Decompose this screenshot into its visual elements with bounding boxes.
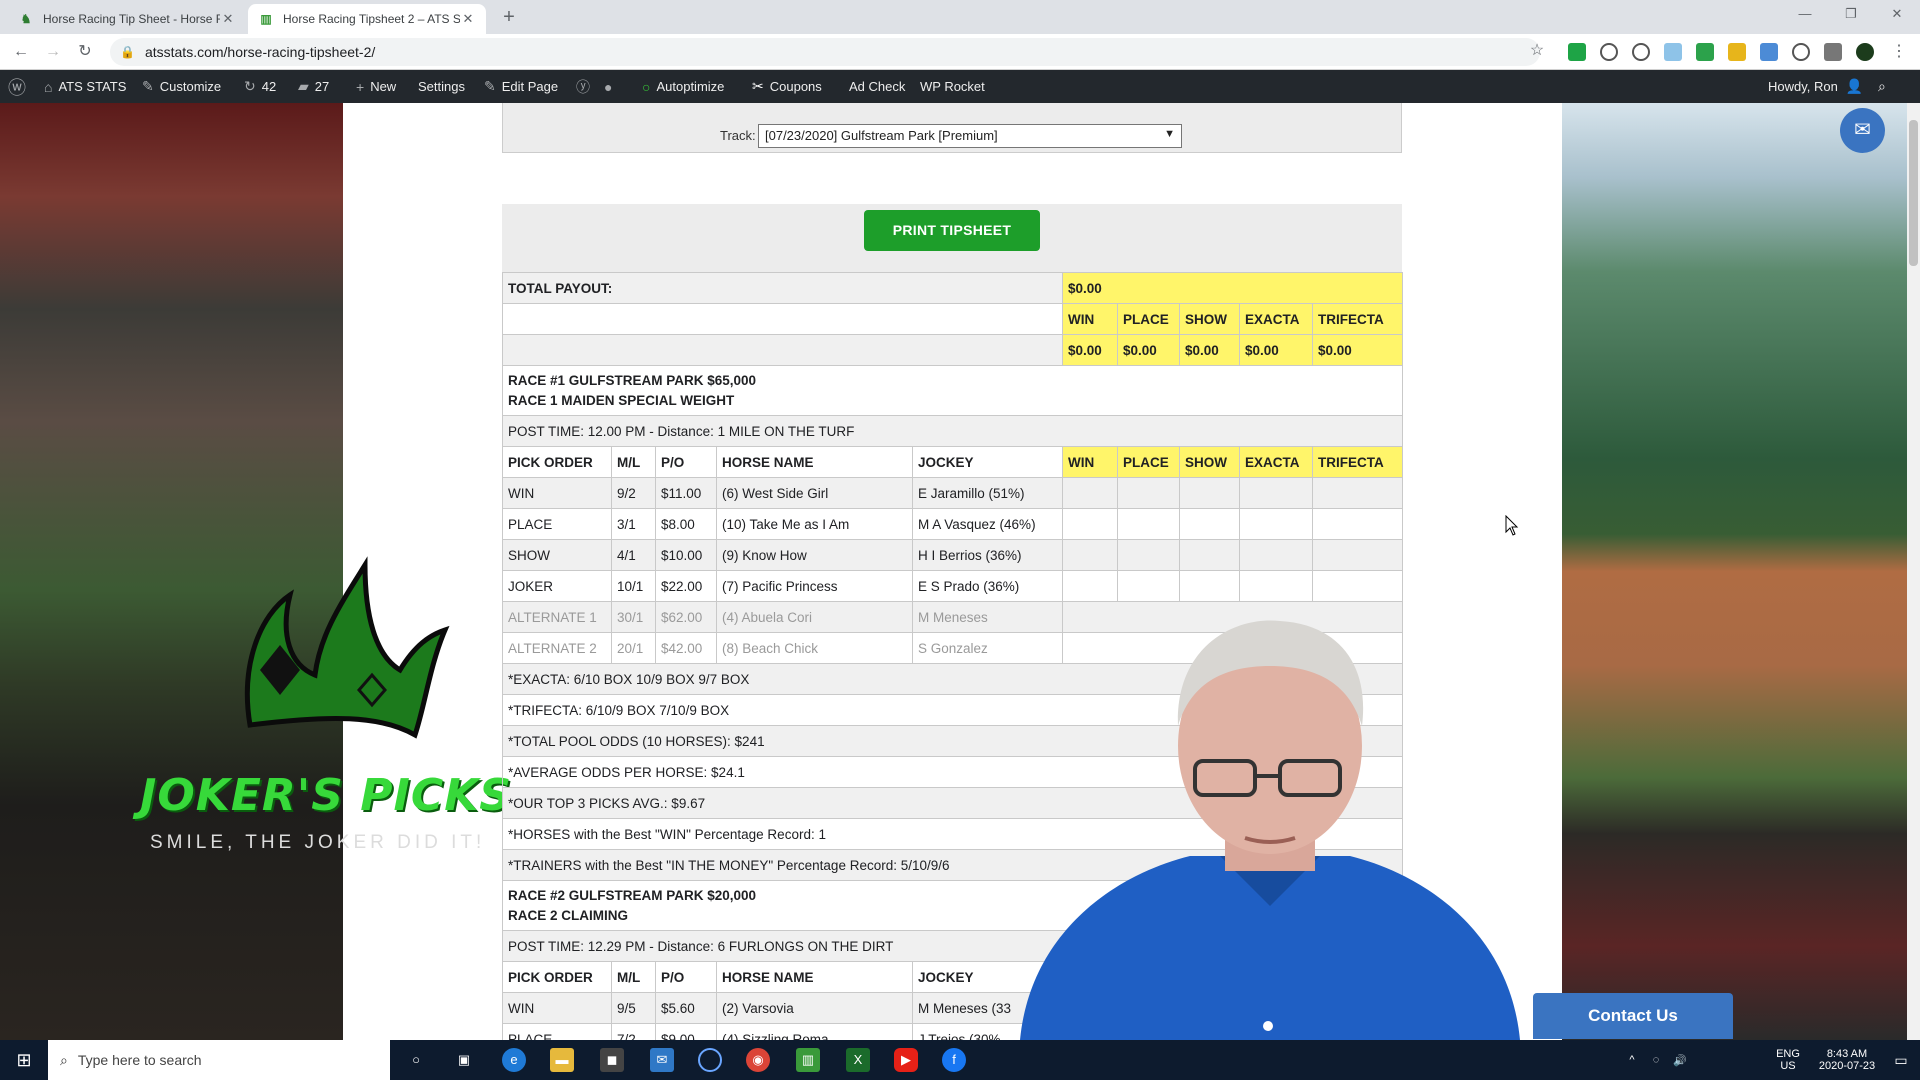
jokers-picks-logo: JOKER'S PICKS SMILE, THE JOKER DID IT! xyxy=(140,525,520,855)
extension-cloud-icon[interactable] xyxy=(1664,43,1682,61)
race1-post-time: POST TIME: 12.00 PM - Distance: 1 MILE O… xyxy=(501,415,1404,447)
wp-admin-bar: ⓦ ⌂ ATS STATS ✎ Customize ↻ 42 ▰ 27 + New Set… xyxy=(0,70,1920,103)
wp-settings[interactable]: Settings xyxy=(418,70,465,103)
app-circle-icon[interactable] xyxy=(698,1048,722,1072)
extension-folder-icon[interactable] xyxy=(1728,43,1746,61)
ats-app-icon[interactable]: ▥ xyxy=(796,1048,820,1072)
minimize-icon[interactable]: — xyxy=(1790,6,1820,26)
tab-tipsheet-2[interactable]: ▥ Horse Racing Tipsheet 2 – ATS ST ✕ xyxy=(248,4,486,34)
notifications-icon[interactable]: ▭ xyxy=(1886,1040,1916,1080)
wp-comments[interactable]: ▰ 27 xyxy=(298,70,329,103)
facebook-icon[interactable]: f xyxy=(942,1048,966,1072)
tray-network-icon[interactable]: ◌ xyxy=(1646,1040,1666,1080)
tray-volume-icon[interactable]: 🔊 xyxy=(1670,1040,1690,1080)
wp-ad-check[interactable]: Ad Check xyxy=(849,70,905,103)
bookmark-star-icon[interactable]: ☆ xyxy=(1526,41,1548,61)
total-payout-value: $0.00 xyxy=(1062,272,1404,304)
race1-subtitle: RACE 1 MAIDEN SPECIAL WEIGHT xyxy=(508,392,735,408)
edge-icon[interactable]: e xyxy=(502,1048,526,1072)
extension-headphones-icon[interactable] xyxy=(1600,43,1618,61)
logo-title: JOKER'S PICKS xyxy=(140,770,512,821)
chevron-down-icon: ▼ xyxy=(1164,128,1175,140)
close-tab-icon[interactable]: ✕ xyxy=(460,11,476,27)
race1-header-row: PICK ORDER M/L P/O HORSE NAME JOCKEY WIN… xyxy=(502,446,1404,478)
wp-rocket[interactable]: WP Rocket xyxy=(920,70,985,103)
joker-hat-icon xyxy=(244,556,450,739)
mail-icon[interactable]: ✉ xyxy=(1840,108,1885,153)
back-icon[interactable]: ← xyxy=(10,42,32,62)
extension-shield-icon[interactable] xyxy=(1696,43,1714,61)
extension-zoom-icon[interactable] xyxy=(1792,43,1810,61)
clock[interactable]: 8:43 AM 2020-07-23 xyxy=(1810,1040,1884,1080)
new-tab-icon[interactable]: + xyxy=(498,6,520,28)
extension-puzzle-icon[interactable] xyxy=(1760,43,1778,61)
excel-icon[interactable]: X xyxy=(846,1048,870,1072)
cortana-icon[interactable]: ○ xyxy=(404,1048,428,1072)
mail-app-icon[interactable]: ✉ xyxy=(650,1048,674,1072)
total-payout-label: TOTAL PAYOUT: xyxy=(501,272,1064,304)
status-dot-icon[interactable]: ● xyxy=(604,70,618,103)
profile-avatar-icon[interactable] xyxy=(1856,43,1874,61)
tray-chevron-icon[interactable]: ^ xyxy=(1622,1040,1642,1080)
logo-subtitle: SMILE, THE JOKER DID IT! xyxy=(150,832,486,853)
menu-dots-icon[interactable]: ⋮ xyxy=(1888,42,1910,62)
windows-start-icon[interactable]: ⊞ xyxy=(12,1048,36,1072)
ats-favicon-icon: ▥ xyxy=(260,12,272,26)
horse-favicon-icon: ♞ xyxy=(20,12,32,26)
wp-edit-page[interactable]: ✎ Edit Page xyxy=(484,70,558,103)
wp-search-icon[interactable]: ⌕ xyxy=(1878,70,1892,103)
extension-check-icon[interactable] xyxy=(1568,43,1586,61)
table-row: WIN 9/2 $11.00 (6) West Side Girl E Jaramill… xyxy=(502,477,1404,509)
print-tipsheet-button[interactable]: PRINT TIPSHEET xyxy=(864,210,1040,251)
contact-us-button[interactable]: Contact Us xyxy=(1533,993,1733,1039)
wp-updates[interactable]: ↻ 42 xyxy=(244,70,276,103)
taskbar-search-input[interactable]: ⌕ Type here to search xyxy=(48,1040,390,1080)
wordpress-logo-icon[interactable]: ⓦ xyxy=(8,70,32,103)
yoast-icon[interactable]: ⓨ xyxy=(576,70,596,103)
payout-header-row: WIN PLACE SHOW EXACTA TRIFECTA xyxy=(501,303,1404,335)
track-select[interactable]: [07/23/2020] Gulfstream Park [Premium] ▼ xyxy=(758,124,1182,148)
search-icon: ⌕ xyxy=(60,1051,68,1068)
race1-title: RACE #1 GULFSTREAM PARK $65,000 xyxy=(508,372,757,388)
extension-search-icon[interactable] xyxy=(1632,43,1650,61)
reload-icon[interactable]: ↻ xyxy=(74,42,96,62)
address-bar: ← → ↻ 🔒 atsstats.com/horse-racing-tipshe… xyxy=(0,34,1920,70)
lock-icon: 🔒 xyxy=(120,45,135,59)
table-row: PLACE 3/1 $8.00 (10) Take Me as I Am M A Vas… xyxy=(502,508,1404,540)
wp-site-name[interactable]: ⌂ ATS STATS xyxy=(44,70,126,103)
windows-taskbar: ⊞ ⌕ Type here to search ○ ▣ e ▬ ◼ ✉ ◉ ▥ … xyxy=(0,1040,1920,1080)
tab-tip-sheet[interactable]: ♞ Horse Racing Tip Sheet - Horse R ✕ xyxy=(8,4,246,34)
extensions-icon[interactable] xyxy=(1824,43,1842,61)
webcam-presenter-overlay xyxy=(1020,620,1520,1040)
language-indicator[interactable]: ENG US xyxy=(1768,1040,1808,1080)
table-row: JOKER 10/1 $22.00 (7) Pacific Princess E S P… xyxy=(502,570,1404,602)
close-tab-icon[interactable]: ✕ xyxy=(220,11,236,27)
store-icon[interactable]: ◼ xyxy=(600,1048,624,1072)
close-window-icon[interactable]: ✕ xyxy=(1882,6,1912,26)
track-label: Track: xyxy=(720,128,756,143)
table-row: SHOW 4/1 $10.00 (9) Know How H I Berrios (36… xyxy=(502,539,1404,571)
youtube-icon[interactable]: ▶ xyxy=(894,1048,918,1072)
scrollbar-thumb[interactable] xyxy=(1909,120,1918,266)
forward-icon[interactable]: → xyxy=(42,42,64,62)
wp-customize[interactable]: ✎ Customize xyxy=(142,70,221,103)
right-stadium-background xyxy=(1562,103,1920,1040)
wp-autoptimize[interactable]: ○ Autoptimize xyxy=(642,70,724,103)
url-input[interactable]: 🔒 atsstats.com/horse-racing-tipsheet-2/ xyxy=(110,38,1540,66)
payout-values-row: $0.00 $0.00 $0.00 $0.00 $0.00 xyxy=(501,334,1404,366)
tab-strip: ♞ Horse Racing Tip Sheet - Horse R ✕ ▥ H… xyxy=(0,0,1920,34)
mouse-cursor-icon xyxy=(1505,515,1519,536)
race1-title-row: RACE #1 GULFSTREAM PARK $65,000 RACE 1 M… xyxy=(501,365,1404,416)
wp-coupons[interactable]: ✂ Coupons xyxy=(752,70,822,103)
wp-account[interactable]: Howdy, Ron 👤 xyxy=(1768,70,1869,103)
wp-new[interactable]: + New xyxy=(356,70,396,103)
chrome-icon[interactable]: ◉ xyxy=(746,1048,770,1072)
restore-icon[interactable]: ❐ xyxy=(1836,6,1866,26)
payout-total-row: TOTAL PAYOUT: $0.00 xyxy=(501,272,1404,304)
task-view-icon[interactable]: ▣ xyxy=(452,1048,476,1072)
file-explorer-icon[interactable]: ▬ xyxy=(550,1048,574,1072)
